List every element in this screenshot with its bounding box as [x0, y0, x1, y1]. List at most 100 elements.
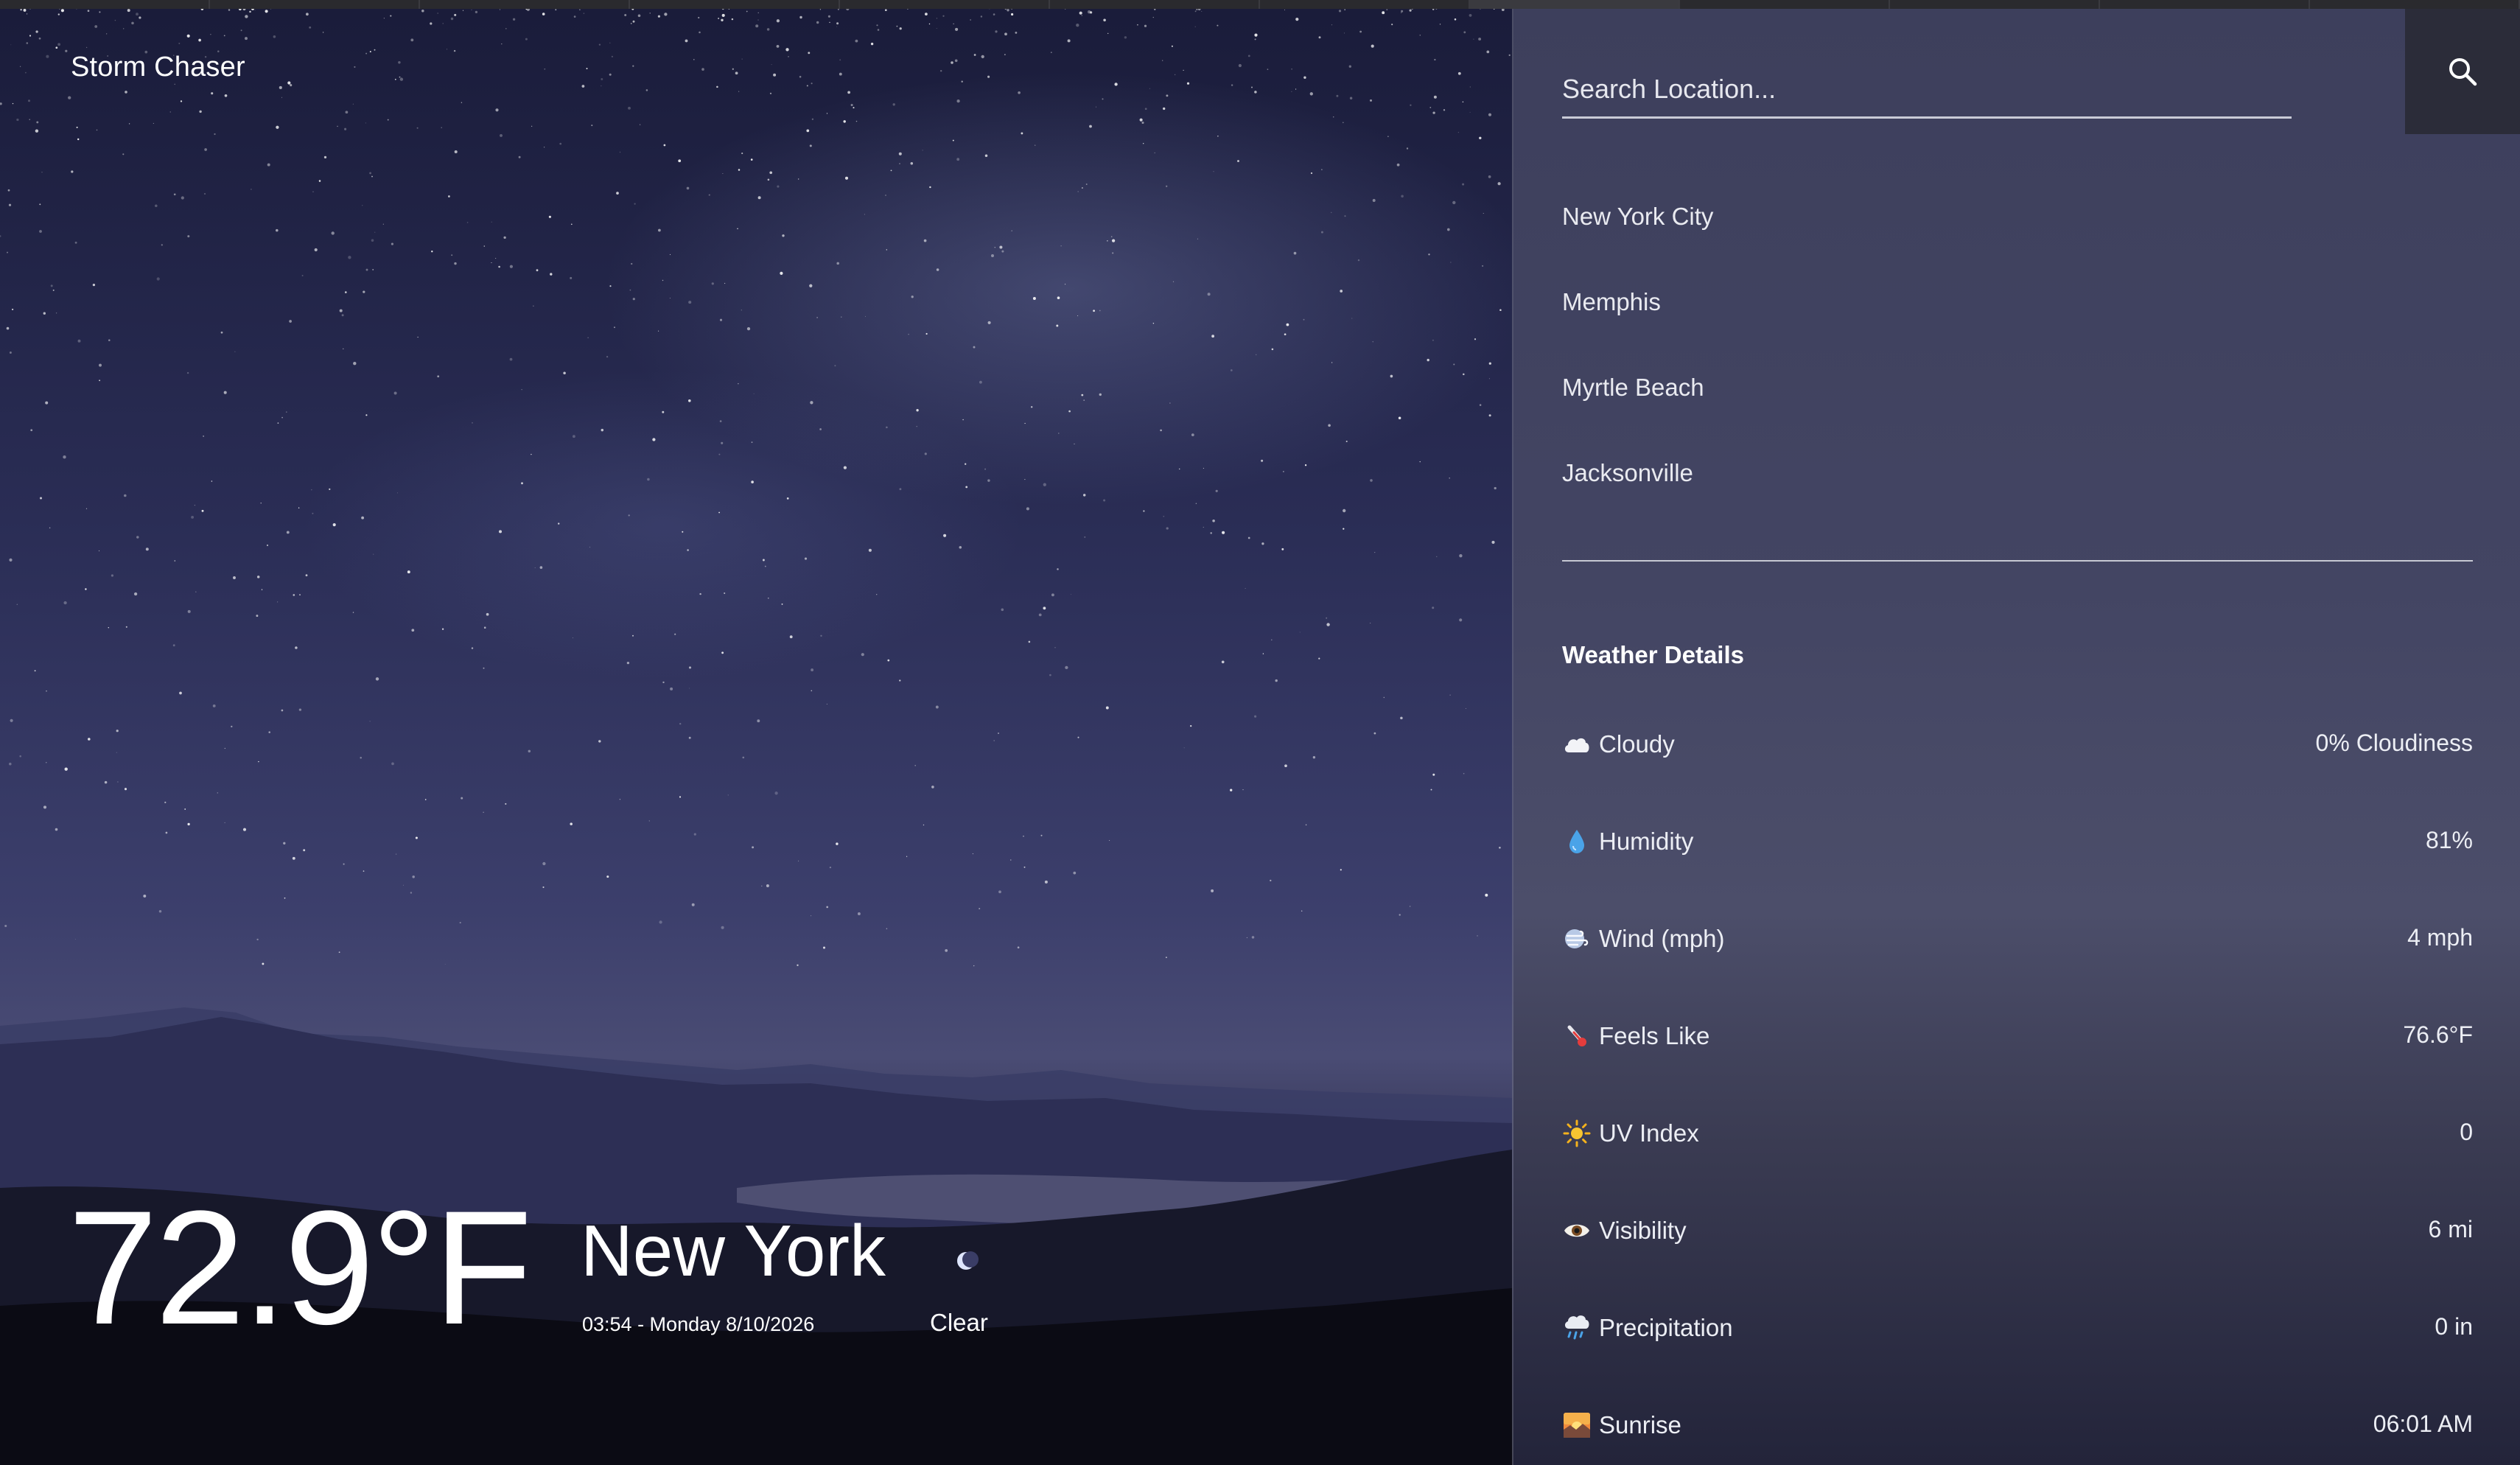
location-list: New York City Memphis Myrtle Beach Jacks…	[1562, 199, 2473, 541]
star	[579, 9, 581, 10]
star	[829, 21, 830, 24]
location-item-memphis[interactable]: Memphis	[1562, 284, 2473, 370]
star	[1382, 11, 1385, 15]
star	[648, 820, 650, 822]
star	[92, 283, 96, 287]
tab-strip-segment	[1050, 0, 1260, 9]
star	[1499, 309, 1502, 311]
star	[798, 178, 799, 180]
star	[483, 811, 484, 814]
star	[531, 125, 533, 127]
star	[363, 870, 365, 872]
star	[1251, 86, 1253, 88]
star	[1501, 9, 1505, 12]
star	[961, 80, 963, 83]
star	[341, 314, 344, 317]
section-divider	[1562, 560, 2473, 562]
location-item-new-york-city[interactable]: New York City	[1562, 199, 2473, 284]
star	[1488, 414, 1491, 417]
droplet-icon	[1562, 827, 1592, 856]
star	[444, 963, 446, 965]
star	[505, 803, 507, 805]
star	[844, 176, 849, 180]
star	[124, 788, 127, 791]
star	[136, 536, 139, 539]
star	[293, 594, 295, 596]
star	[180, 100, 183, 102]
star	[628, 106, 631, 110]
star	[555, 9, 557, 11]
star	[1434, 58, 1436, 61]
star	[172, 644, 175, 647]
detail-row-humidity: Humidity 81%	[1562, 827, 2473, 924]
star	[1001, 250, 1004, 253]
star	[1326, 617, 1328, 619]
star	[1469, 86, 1471, 88]
star	[542, 13, 545, 15]
star	[306, 13, 309, 16]
star	[1254, 33, 1258, 37]
star	[1213, 171, 1214, 172]
detail-value: 6 mi	[2428, 1216, 2473, 1242]
eye-icon	[1562, 1216, 1592, 1245]
search-input[interactable]	[1562, 74, 2292, 105]
star	[718, 511, 720, 514]
star	[526, 9, 530, 11]
star	[1390, 374, 1393, 378]
star	[108, 339, 111, 341]
star	[1459, 618, 1463, 622]
star	[809, 284, 813, 287]
star	[806, 85, 808, 87]
star	[491, 221, 492, 223]
star	[1083, 399, 1085, 401]
star	[1230, 789, 1233, 791]
star	[1486, 50, 1490, 54]
star	[266, 544, 269, 547]
star	[125, 91, 127, 94]
star	[116, 752, 117, 753]
star	[281, 709, 284, 712]
star	[1283, 471, 1284, 472]
location-item-jacksonville[interactable]: Jacksonville	[1562, 455, 2473, 541]
star	[391, 762, 394, 766]
star	[826, 906, 829, 909]
star	[626, 661, 630, 665]
star	[658, 330, 659, 332]
star	[811, 83, 813, 85]
star	[816, 317, 818, 318]
star	[344, 291, 347, 293]
star	[721, 651, 724, 654]
star	[614, 326, 615, 329]
star	[521, 482, 523, 485]
search-button[interactable]	[2405, 9, 2520, 134]
star	[267, 163, 270, 167]
star	[631, 9, 634, 10]
star	[631, 262, 633, 265]
star	[1004, 54, 1006, 55]
star	[290, 84, 293, 87]
star	[411, 629, 415, 632]
star	[390, 15, 392, 17]
star	[987, 479, 990, 482]
star	[741, 153, 743, 155]
star	[371, 175, 373, 178]
star	[711, 282, 714, 285]
star	[475, 10, 478, 14]
star	[442, 23, 444, 24]
location-item-myrtle-beach[interactable]: Myrtle Beach	[1562, 370, 2473, 455]
star	[616, 192, 619, 195]
star	[664, 13, 668, 16]
star	[652, 438, 656, 441]
star	[437, 375, 440, 378]
star	[34, 670, 36, 672]
star	[1254, 38, 1256, 41]
star	[876, 594, 878, 595]
star	[1508, 54, 1511, 57]
star	[60, 9, 64, 13]
detail-label: Feels Like	[1599, 1022, 1710, 1049]
star	[1026, 507, 1029, 511]
star	[1406, 147, 1409, 150]
star	[1343, 528, 1345, 530]
star	[609, 285, 612, 287]
star	[187, 609, 191, 613]
